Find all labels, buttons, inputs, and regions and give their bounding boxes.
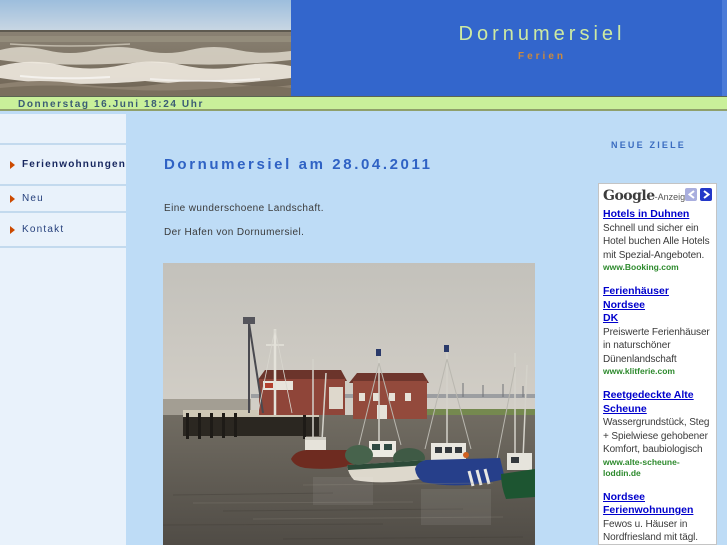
sidebar: Ferienwohnungen Neu Kontakt [0,114,126,545]
harbor-photo [163,263,535,545]
site-brand: Dornumersiel Ferien [382,23,702,62]
header: Dornumersiel Ferien [0,0,727,96]
page: Dornumersiel Ferien Donnerstag 16.Juni 1… [0,0,727,545]
date-bar: Donnerstag 16.Juni 18:24 Uhr [0,96,727,111]
chevron-right-icon [702,190,710,199]
ad-item: Nordsee Ferienwohnungen Fewos u. Häuser … [603,491,713,545]
caption-text: Der Hafen von Dornumersiel. [164,227,305,238]
ad-item: Ferienhäuser Nordsee DK Preiswerte Ferie… [603,285,713,377]
sidebar-item-ferienwohnungen[interactable]: Ferienwohnungen [0,145,126,186]
intro-text: Eine wunderschoene Landschaft. [164,203,324,214]
google-ads-header: Google-Anzeigen [603,187,713,205]
ad-item: Hotels in Duhnen Schnell und sicher ein … [603,208,713,273]
google-ads-box: Google-Anzeigen Hotels in Duhnen Schnell… [598,183,717,545]
arrow-right-icon [10,160,15,169]
ad-url-link[interactable]: www.klitferie.com [603,366,713,377]
site-subtitle: Ferien [517,51,566,62]
header-right-strip [722,0,727,96]
chevron-left-icon [687,190,695,199]
ads-next-button[interactable] [700,188,712,201]
ad-text: Wassergrundstück, Steg + Spielwiese geho… [603,417,710,455]
harbor-illustration [163,263,535,545]
arrow-right-icon [10,194,15,203]
ad-title-link[interactable]: Ferienhäuser Nordsee DK [603,285,713,326]
sidebar-item-neu[interactable]: Neu [0,186,126,213]
ad-text: Schnell und sicher ein Hotel buchen Alle… [603,222,710,261]
ad-url-link[interactable]: www.alte-scheune-loddin.de [603,457,713,479]
sidebar-item-label: Kontakt [22,224,65,235]
sidebar-item-label: Ferienwohnungen [22,159,127,170]
aside-title: NEUE ZIELE [611,140,687,150]
sidebar-nav: Ferienwohnungen Neu Kontakt [0,143,126,248]
sidebar-item-kontakt[interactable]: Kontakt [0,213,126,248]
page-title: Dornumersiel am 28.04.2011 [164,156,433,173]
google-logo: Google [603,188,655,204]
ad-item: Reetgedeckte Alte Scheune Wassergrundstü… [603,389,713,479]
ad-title-link[interactable]: Reetgedeckte Alte Scheune [603,389,713,416]
ad-text: Fewos u. Häuser in Nordfriesland mit täg… [603,518,698,544]
beach-waves-illustration [0,0,291,96]
ad-text: Preiswerte Ferienhäuser in naturschöner … [603,326,710,365]
ad-url-link[interactable]: www.Booking.com [603,262,713,273]
header-beach-photo [0,0,291,96]
ads-prev-button[interactable] [685,188,697,201]
arrow-right-icon [10,225,15,234]
sidebar-item-label: Neu [22,193,44,204]
ad-title-link[interactable]: Hotels in Duhnen [603,208,713,222]
ad-title-link[interactable]: Nordsee Ferienwohnungen [603,491,713,518]
date-text: Donnerstag 16.Juni 18:24 Uhr [18,99,204,110]
site-title: Dornumersiel [458,23,626,45]
